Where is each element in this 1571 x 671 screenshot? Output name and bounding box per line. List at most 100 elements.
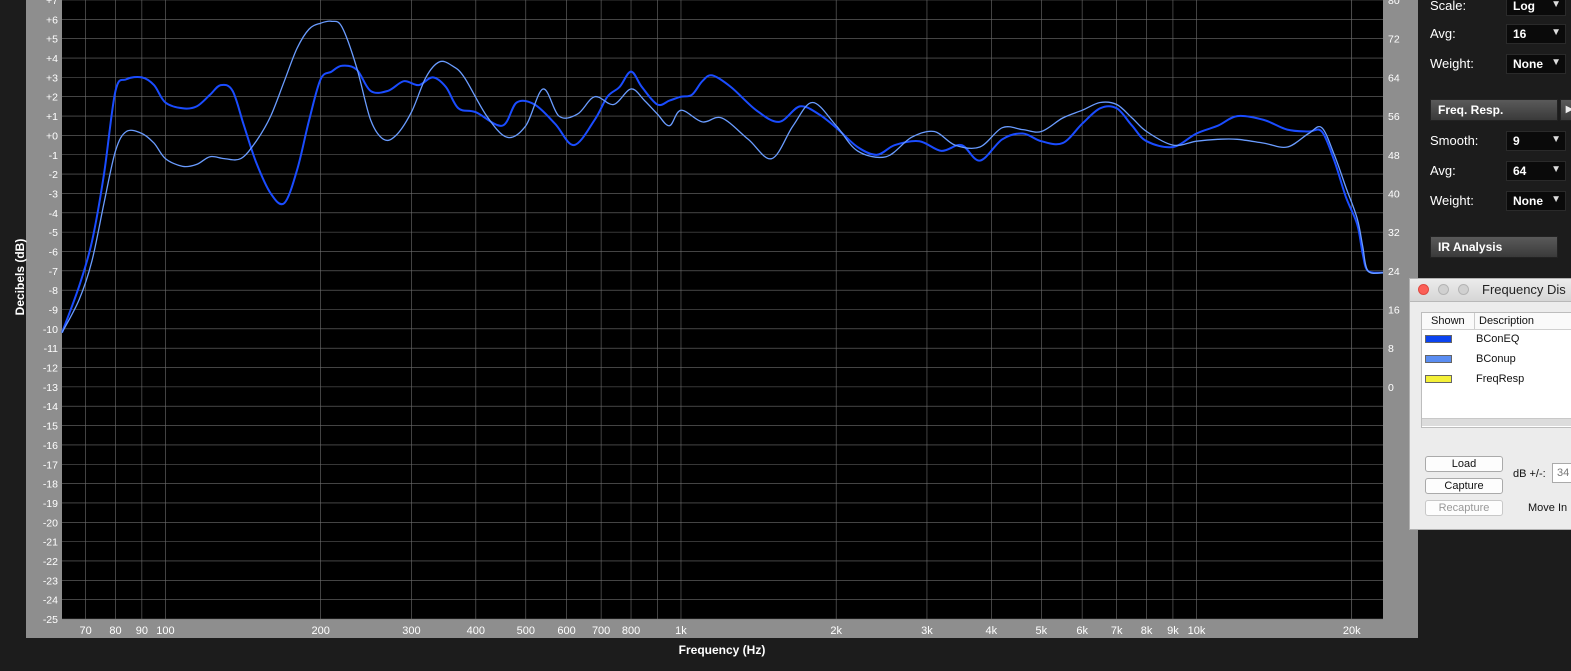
minimize-icon[interactable] [1438, 284, 1449, 295]
left-tick-label: -21 [43, 537, 58, 549]
smooth-label: Smooth: [1430, 133, 1479, 148]
avg-dropdown[interactable]: 16 ▼ [1506, 24, 1566, 44]
x-tick-label: 600 [557, 625, 575, 637]
color-swatch[interactable] [1425, 355, 1452, 363]
left-tick-label: -20 [43, 517, 58, 529]
right-tick-label: 40 [1388, 188, 1400, 200]
recapture-button[interactable]: Recapture [1425, 500, 1503, 516]
right-tick-label: 24 [1388, 266, 1400, 278]
frequency-display-dialog: Frequency Dis Shown Description BConEQ B… [1409, 278, 1571, 530]
avg-label: Avg: [1430, 26, 1456, 41]
right-tick-label: 48 [1388, 150, 1400, 162]
left-tick-label: -5 [49, 227, 58, 239]
x-axis-title: Frequency (Hz) [678, 643, 766, 657]
left-tick-label: +0 [46, 130, 58, 142]
left-tick-label: -24 [43, 595, 58, 607]
db-range-label: dB +/-: [1513, 468, 1546, 480]
x-tick-label: 70 [79, 625, 91, 637]
left-tick-label: -18 [43, 479, 58, 491]
avg-row: Avg: 16 ▼ [1430, 24, 1570, 44]
left-tick-labels: +7 +6 +5 +4 +3 +2 +1 +0 -1 -2 -3 -4 -5 -6 -7 -8 -9 -10 -11… [43, 0, 58, 626]
x-tick-label: 8k [1141, 625, 1153, 637]
left-tick-label: -11 [44, 343, 59, 355]
x-tick-label: 800 [622, 625, 640, 637]
weight-fr-row: Weight: None ▼ [1430, 191, 1570, 211]
left-tick-label: -22 [43, 556, 58, 568]
color-swatch[interactable] [1425, 375, 1452, 383]
weight-dropdown[interactable]: None ▼ [1506, 54, 1566, 74]
left-tick-label: -2 [49, 169, 58, 181]
right-tick-label: 64 [1388, 72, 1400, 84]
x-tick-label: 10k [1188, 625, 1206, 637]
dialog-title: Frequency Dis [1482, 282, 1566, 297]
right-tick-label: 72 [1388, 34, 1400, 46]
chevron-down-icon: ▼ [1551, 57, 1561, 68]
left-tick-label: -8 [49, 285, 58, 297]
left-tick-label: -13 [43, 382, 58, 394]
x-tick-label: 90 [136, 625, 148, 637]
x-tick-label: 7k [1111, 625, 1123, 637]
graph-panel: +7 +6 +5 +4 +3 +2 +1 +0 -1 -2 -3 -4 -5 -6 -7 -8 -9 -10 -11… [26, 0, 1418, 638]
play-icon[interactable]: ▶ [1560, 99, 1571, 121]
smooth-dropdown[interactable]: 9 ▼ [1506, 131, 1566, 151]
y-axis-title: Decibels (dB) [13, 238, 27, 316]
scale-row: Scale: Log ▼ [1430, 0, 1570, 16]
right-tick-label: 80 [1388, 0, 1400, 7]
avg-fr-row: Avg: 64 ▼ [1430, 161, 1570, 181]
weight-label: Weight: [1430, 56, 1474, 71]
left-tick-label: +1 [46, 111, 58, 123]
freq-resp-button[interactable]: Freq. Resp. [1430, 99, 1558, 121]
zoom-icon[interactable] [1458, 284, 1469, 295]
left-tick-label: -14 [43, 401, 58, 413]
load-button[interactable]: Load [1425, 456, 1503, 472]
left-tick-label: -3 [49, 188, 58, 200]
frequency-response-chart[interactable]: +7 +6 +5 +4 +3 +2 +1 +0 -1 -2 -3 -4 -5 -6 -7 -8 -9 -10 -11… [26, 0, 1418, 638]
horizontal-scrollbar[interactable] [1422, 418, 1571, 426]
left-tick-label: +3 [46, 72, 58, 84]
chevron-down-icon: ▼ [1551, 134, 1561, 145]
left-tick-label: -12 [43, 363, 58, 375]
scale-dropdown[interactable]: Log ▼ [1506, 0, 1566, 16]
column-shown[interactable]: Shown [1431, 315, 1465, 327]
left-tick-label: -6 [49, 246, 58, 258]
column-description[interactable]: Description [1479, 315, 1534, 327]
ir-analysis-button[interactable]: IR Analysis [1430, 236, 1558, 258]
move-in-label: Move In [1528, 502, 1568, 514]
right-tick-label: 0 [1388, 382, 1394, 394]
chevron-down-icon: ▼ [1551, 194, 1561, 205]
x-tick-label: 6k [1076, 625, 1088, 637]
left-tick-label: -25 [43, 614, 58, 626]
table-row[interactable]: FreqResp [1422, 371, 1571, 389]
row-description: BConup [1476, 353, 1516, 365]
table-row[interactable]: BConup [1422, 351, 1571, 369]
left-tick-label: -16 [43, 440, 58, 452]
left-tick-label: -4 [49, 208, 58, 220]
x-tick-label: 3k [921, 625, 933, 637]
avg-fr-dropdown[interactable]: 64 ▼ [1506, 161, 1566, 181]
smooth-row: Smooth: 9 ▼ [1430, 131, 1570, 151]
color-swatch[interactable] [1425, 335, 1452, 343]
x-tick-label: 1k [675, 625, 687, 637]
left-tick-label: -23 [43, 575, 58, 587]
capture-button[interactable]: Capture [1425, 478, 1503, 494]
x-tick-label: 80 [109, 625, 121, 637]
left-tick-label: -19 [43, 498, 58, 510]
measurement-table: Shown Description BConEQ BConup FreqResp [1421, 312, 1571, 428]
left-tick-label: -1 [49, 150, 58, 162]
x-tick-label: 100 [156, 625, 174, 637]
x-tick-label: 4k [986, 625, 998, 637]
x-tick-label: 700 [592, 625, 610, 637]
x-tick-label: 400 [467, 625, 485, 637]
db-range-input[interactable]: 34 [1552, 463, 1571, 483]
close-icon[interactable] [1418, 284, 1429, 295]
table-row[interactable]: BConEQ [1422, 331, 1571, 349]
left-tick-label: -7 [49, 266, 58, 278]
left-tick-label: +2 [46, 92, 58, 104]
x-tick-label: 9k [1167, 625, 1179, 637]
dialog-titlebar[interactable]: Frequency Dis [1410, 279, 1571, 302]
x-tick-label: 300 [402, 625, 420, 637]
weight-fr-dropdown[interactable]: None ▼ [1506, 191, 1566, 211]
left-tick-label: +7 [46, 0, 58, 7]
left-tick-label: +6 [46, 14, 58, 26]
left-tick-label: -15 [43, 421, 58, 433]
